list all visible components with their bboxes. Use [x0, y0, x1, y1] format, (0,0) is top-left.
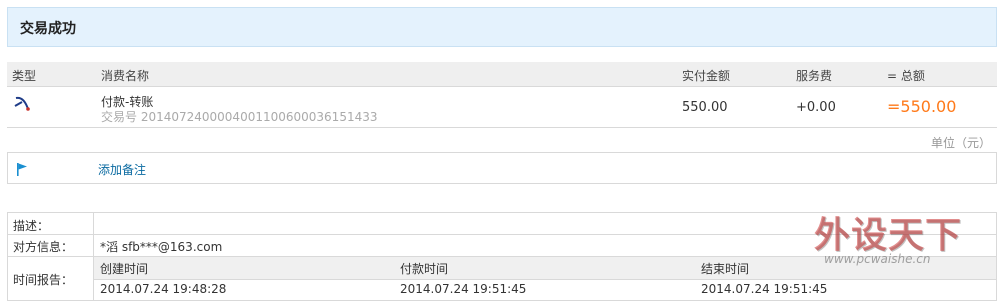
row-divider — [8, 234, 996, 235]
transfer-icon — [14, 96, 30, 111]
status-banner: 交易成功 — [7, 7, 997, 47]
finished-time-label: 结束时间 — [701, 262, 750, 276]
details-table: 描述： 对方信息： *滔 sfb***@163.com 时间报告： 创建时间 付… — [7, 212, 997, 301]
total-amount: =550.00 — [887, 97, 957, 116]
table-header: 类型 消费名称 实付金额 服务费 = 总额 — [7, 62, 997, 87]
header-paid: 实付金额 — [682, 69, 731, 83]
paid-amount: 550.00 — [682, 100, 728, 115]
flag-icon — [17, 163, 27, 176]
header-name: 消费名称 — [101, 69, 150, 83]
time-header: 创建时间 付款时间 结束时间 — [94, 257, 996, 280]
unit-note: 单位（元） — [931, 136, 992, 150]
status-title: 交易成功 — [20, 21, 76, 37]
table-row: 付款-转账 交易号 201407240000400110060003615143… — [7, 87, 997, 128]
remark-row: 添加备注 — [7, 152, 997, 184]
created-time-label: 创建时间 — [100, 262, 149, 276]
header-total: = 总额 — [887, 69, 925, 83]
header-type: 类型 — [12, 69, 37, 83]
header-fee: 服务费 — [796, 69, 833, 83]
finished-time: 2014.07.24 19:51:45 — [701, 282, 828, 296]
description-label: 描述： — [13, 219, 50, 233]
paid-time-label: 付款时间 — [400, 262, 449, 276]
time-report-label: 时间报告： — [13, 273, 74, 287]
trade-number: 交易号 2014072400004001100600036151433 — [101, 110, 378, 124]
created-time: 2014.07.24 19:48:28 — [100, 282, 227, 296]
counterparty-value: *滔 sfb***@163.com — [100, 240, 223, 254]
add-remark-link[interactable]: 添加备注 — [98, 161, 146, 178]
counterparty-label: 对方信息： — [13, 240, 74, 254]
fee-amount: +0.00 — [796, 100, 836, 115]
paid-time: 2014.07.24 19:51:45 — [400, 282, 527, 296]
